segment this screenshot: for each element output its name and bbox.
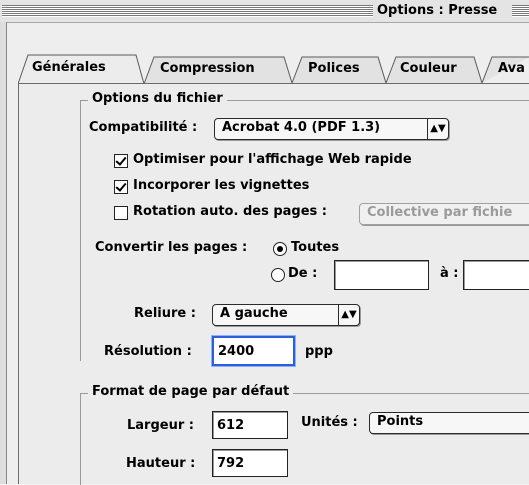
- resolution-unit: ppp: [305, 344, 333, 359]
- width-input[interactable]: [213, 412, 287, 438]
- from-label: De :: [288, 266, 318, 281]
- height-label: Hauteur :: [126, 456, 196, 471]
- width-label: Largeur :: [127, 418, 194, 433]
- all-pages-radio[interactable]: [273, 242, 287, 256]
- tab-compression[interactable]: Compression: [160, 61, 255, 76]
- width-field[interactable]: [212, 411, 288, 439]
- auto-rotate-checkbox[interactable]: [114, 206, 128, 220]
- convert-pages-label: Convertir les pages :: [95, 240, 248, 255]
- units-value: Points: [377, 414, 424, 429]
- binding-popup[interactable]: A gauche ▲▼: [212, 304, 360, 326]
- optimize-web-checkbox[interactable]: [114, 154, 128, 168]
- page-format-group: [80, 393, 529, 485]
- height-field[interactable]: [212, 449, 288, 477]
- compatibility-value: Acrobat 4.0 (PDF 1.3): [222, 120, 381, 135]
- all-pages-label: Toutes: [291, 240, 340, 255]
- window-title-bar[interactable]: Options : Presse: [0, 0, 529, 23]
- units-popup[interactable]: Points: [369, 412, 529, 434]
- window-frame: [0, 22, 7, 484]
- units-label: Unités :: [301, 415, 358, 430]
- to-label: à :: [440, 266, 459, 281]
- title-bar-stripes-right: [512, 5, 529, 17]
- file-options-title: Options du fichier: [88, 91, 227, 106]
- resolution-label: Résolution :: [104, 344, 192, 359]
- auto-rotate-value: Collective par fichie: [367, 205, 513, 220]
- height-input[interactable]: [213, 450, 287, 476]
- tab-polices[interactable]: Polices: [308, 61, 360, 76]
- title-bar-stripes: [2, 5, 373, 17]
- embed-thumbnails-label: Incorporer les vignettes: [133, 178, 310, 193]
- optimize-web-label: Optimiser pour l'affichage Web rapide: [133, 152, 412, 167]
- to-page-field[interactable]: [463, 260, 529, 290]
- binding-label: Reliure :: [134, 306, 196, 321]
- embed-thumbnails-checkbox[interactable]: [114, 180, 128, 194]
- resolution-input[interactable]: [214, 338, 293, 364]
- popup-arrows-icon: ▲▼: [338, 305, 359, 325]
- page-range-radio[interactable]: [271, 268, 285, 282]
- page-format-title: Format de page par défaut: [88, 384, 294, 399]
- binding-value: A gauche: [220, 306, 288, 321]
- tab-generales[interactable]: Générales: [32, 60, 106, 75]
- popup-arrows-icon: ▲▼: [427, 119, 448, 139]
- resolution-field[interactable]: [212, 336, 295, 366]
- tab-couleur[interactable]: Couleur: [400, 61, 457, 76]
- auto-rotate-label: Rotation auto. des pages :: [133, 204, 327, 219]
- from-page-input[interactable]: [335, 261, 428, 289]
- window-title: Options : Presse: [373, 3, 502, 18]
- to-page-input[interactable]: [464, 261, 529, 289]
- compatibility-popup[interactable]: Acrobat 4.0 (PDF 1.3) ▲▼: [214, 118, 449, 140]
- auto-rotate-popup[interactable]: Collective par fichie: [359, 203, 529, 225]
- tab-avance[interactable]: Ava: [498, 61, 525, 76]
- from-page-field[interactable]: [334, 260, 429, 290]
- compatibility-label: Compatibilité :: [89, 120, 198, 135]
